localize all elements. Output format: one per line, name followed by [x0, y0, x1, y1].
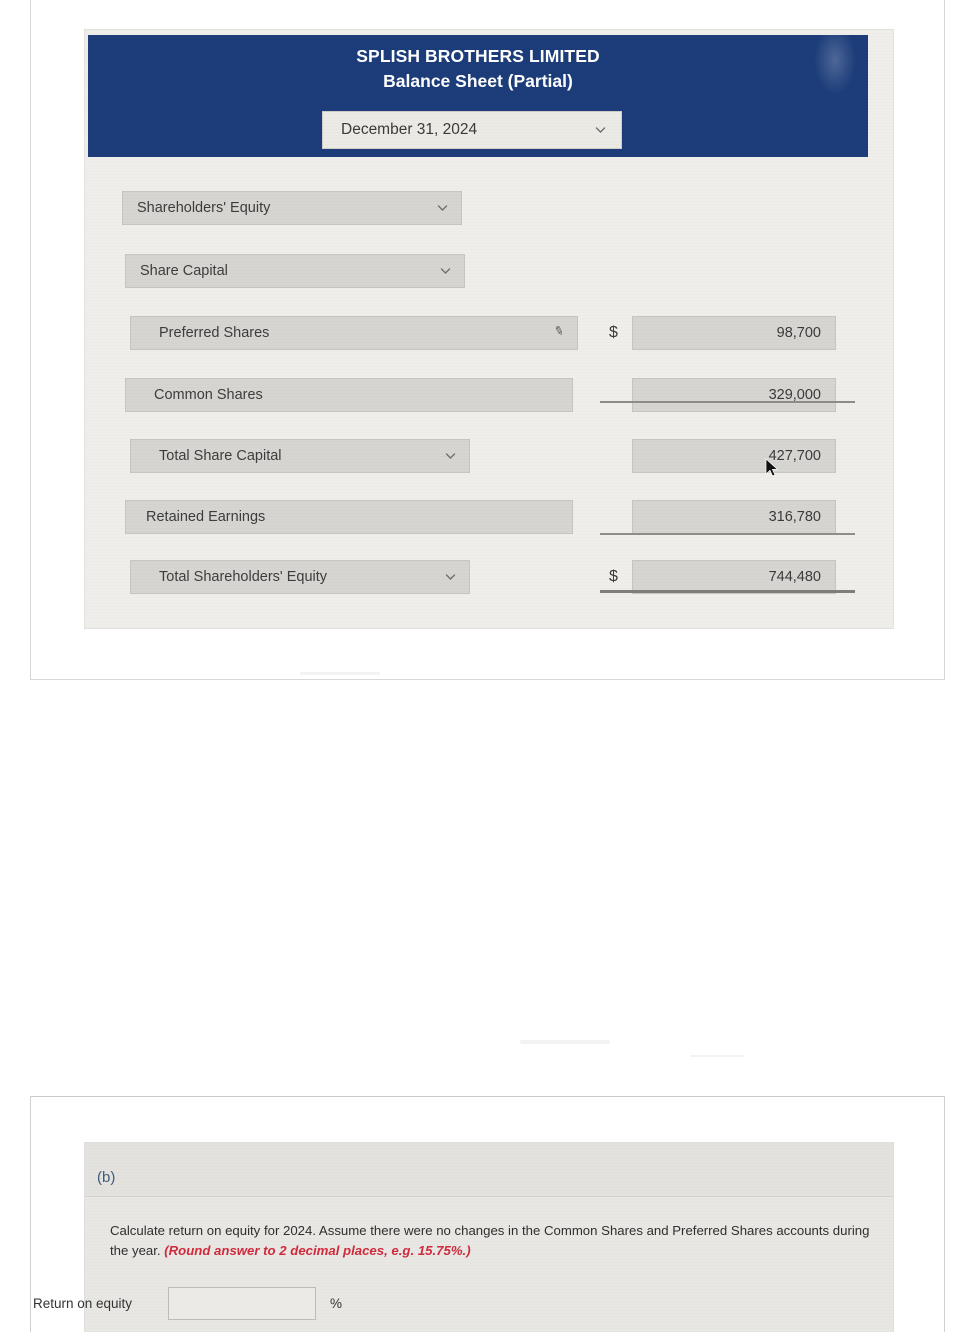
page-edge-bottom-top	[30, 679, 945, 680]
account-select-total-shareholders-equity[interactable]: Total Shareholders' Equity	[130, 560, 470, 594]
table-row: Retained Earnings 316,780	[85, 500, 893, 534]
account-label: Retained Earnings	[146, 509, 266, 525]
pencil-icon: ✎	[552, 322, 566, 340]
amount-value: 316,780	[768, 509, 821, 525]
table-row: Common Shares 329,000	[85, 378, 893, 412]
amount-input-total-shareholders-equity[interactable]: 744,480	[632, 560, 836, 594]
chevron-down-icon	[436, 202, 449, 215]
percent-symbol: %	[330, 1296, 343, 1311]
date-select[interactable]: December 31, 2024	[322, 111, 622, 149]
screen-glare	[814, 35, 856, 95]
table-row: Share Capital	[85, 254, 893, 288]
account-select-shareholders-equity[interactable]: Shareholders' Equity	[122, 191, 462, 225]
chevron-down-icon	[439, 265, 452, 278]
amount-input-preferred-shares[interactable]: 98,700	[632, 316, 836, 350]
account-label: Share Capital	[140, 263, 228, 279]
question-hint: (Round answer to 2 decimal places, e.g. …	[164, 1243, 471, 1259]
scan-artifact	[520, 1040, 610, 1044]
account-label: Total Shareholders' Equity	[159, 569, 328, 585]
return-on-equity-label: Return on equity	[33, 1296, 133, 1311]
chevron-down-icon	[594, 124, 607, 137]
report-header-band: SPLISH BROTHERS LIMITED Balance Sheet (P…	[88, 35, 868, 157]
date-select-value: December 31, 2024	[341, 121, 478, 138]
amount-input-total-share-capital[interactable]: 427,700	[632, 439, 836, 473]
company-name-regular: SPLISH BROTHERS	[356, 46, 530, 66]
scan-artifact	[300, 672, 380, 675]
company-name: SPLISH BROTHERS LIMITED	[88, 45, 868, 69]
table-row: Total Shareholders' Equity $ 744,480	[85, 560, 893, 594]
part-label: (b)	[97, 1169, 116, 1186]
account-label: Common Shares	[154, 387, 263, 403]
company-name-bold: LIMITED	[529, 46, 600, 66]
account-field-retained-earnings[interactable]: Retained Earnings	[125, 500, 573, 534]
account-label: Total Share Capital	[159, 448, 282, 464]
amount-value: 98,700	[776, 325, 821, 341]
chevron-down-icon	[444, 571, 457, 584]
balance-sheet-card: SPLISH BROTHERS LIMITED Balance Sheet (P…	[85, 30, 893, 628]
total-rule	[600, 590, 855, 593]
page-edge-left-top	[30, 0, 31, 680]
screenshot-page: SPLISH BROTHERS LIMITED Balance Sheet (P…	[0, 0, 976, 1332]
return-on-equity-input[interactable]	[168, 1287, 316, 1320]
currency-symbol: $	[609, 324, 618, 341]
amount-value: 744,480	[768, 569, 821, 585]
account-select-share-capital[interactable]: Share Capital	[125, 254, 465, 288]
amount-input-retained-earnings[interactable]: 316,780	[632, 500, 836, 534]
subtotal-rule	[600, 401, 855, 403]
account-field-preferred-shares[interactable]: Preferred Shares ✎	[130, 316, 578, 350]
page-edge-right-bottom	[944, 1096, 945, 1332]
page-edge-right-top	[944, 0, 945, 680]
account-select-total-share-capital[interactable]: Total Share Capital	[130, 439, 470, 473]
chevron-down-icon	[444, 450, 457, 463]
scan-artifact	[690, 1055, 745, 1057]
currency-symbol: $	[609, 568, 618, 585]
account-label: Preferred Shares	[159, 325, 270, 341]
subtotal-rule	[600, 533, 855, 535]
part-b-header-band	[85, 1143, 893, 1197]
table-row: Preferred Shares ✎ $ 98,700	[85, 316, 893, 350]
page-edge-top-bottom	[30, 1096, 945, 1097]
report-title: Balance Sheet (Partial)	[383, 70, 573, 91]
page-edge-left-bottom	[30, 1096, 31, 1332]
mouse-cursor-icon	[765, 458, 779, 478]
account-field-common-shares[interactable]: Common Shares	[125, 378, 573, 412]
amount-input-common-shares[interactable]: 329,000	[632, 378, 836, 412]
table-row: Shareholders' Equity	[85, 191, 893, 225]
account-label: Shareholders' Equity	[137, 200, 271, 216]
question-text: Calculate return on equity for 2024. Ass…	[110, 1221, 878, 1262]
